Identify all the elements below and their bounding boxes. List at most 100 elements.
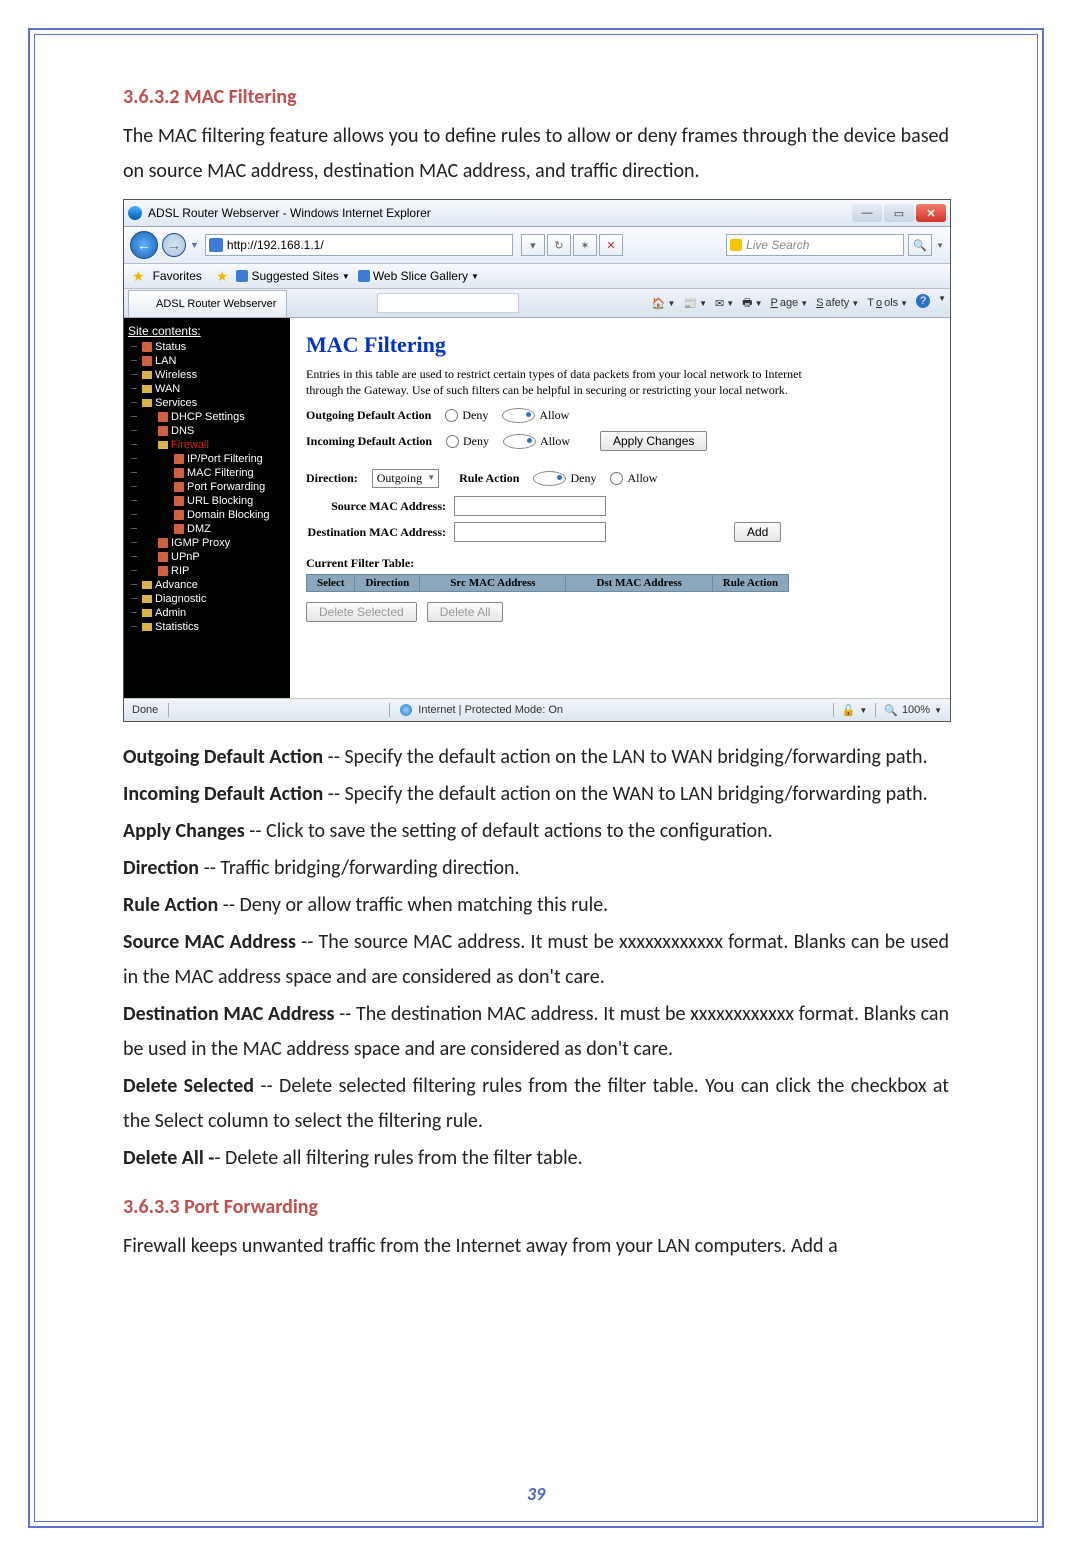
tree-item[interactable]: Status xyxy=(128,340,288,354)
definition-term: Rule Action xyxy=(123,893,218,917)
home-button[interactable]: 🏠▼ xyxy=(652,294,676,313)
tree-item[interactable]: Diagnostic xyxy=(128,592,288,606)
tree-item[interactable]: UPnP xyxy=(128,550,288,564)
status-left: Done xyxy=(132,704,158,716)
tree-item-label: Firewall xyxy=(171,439,209,451)
search-dropdown-icon[interactable]: ▼ xyxy=(936,241,944,250)
main-panel: MAC Filtering Entries in this table are … xyxy=(290,318,950,698)
page-icon xyxy=(209,238,223,252)
definition-term: Outgoing Default Action xyxy=(123,745,323,769)
apply-changes-button[interactable]: Apply Changes xyxy=(600,431,707,451)
url-dropdown-icon[interactable]: ▾ xyxy=(521,234,545,256)
tree-item[interactable]: IP/Port Filtering xyxy=(128,452,288,466)
tree-item[interactable]: DHCP Settings xyxy=(128,410,288,424)
file-icon xyxy=(158,426,168,436)
outgoing-deny-radio[interactable]: Deny xyxy=(445,408,488,423)
delete-selected-button[interactable]: Delete Selected xyxy=(306,602,417,622)
tree-item[interactable]: Port Forwarding xyxy=(128,480,288,494)
tree-item-label: MAC Filtering xyxy=(187,467,254,479)
add-button[interactable]: Add xyxy=(734,522,781,542)
outgoing-allow-radio[interactable]: Allow xyxy=(502,408,569,423)
zoom-dropdown-icon[interactable]: ▼ xyxy=(934,706,942,715)
favorites-label[interactable]: Favorites xyxy=(153,269,202,283)
tree-item[interactable]: DMZ xyxy=(128,522,288,536)
dest-mac-input[interactable] xyxy=(454,522,606,542)
incoming-allow-radio[interactable]: Allow xyxy=(503,434,570,449)
dest-mac-row: Destination MAC Address: Add xyxy=(306,522,934,542)
delete-all-button[interactable]: Delete All xyxy=(427,602,504,622)
safety-menu[interactable]: Safety▼ xyxy=(816,294,859,313)
direction-select[interactable]: Outgoing xyxy=(372,469,439,488)
tree-item-label: URL Blocking xyxy=(187,495,253,507)
tree-item[interactable]: IGMP Proxy xyxy=(128,536,288,550)
search-go-button[interactable]: 🔍 xyxy=(908,234,932,256)
tree-item[interactable]: Advance xyxy=(128,578,288,592)
folder-icon xyxy=(142,399,152,407)
compat-icon[interactable]: ✶ xyxy=(573,234,597,256)
definition-item: Destination MAC Address -- The destinati… xyxy=(123,997,949,1067)
tree-item[interactable]: LAN xyxy=(128,354,288,368)
ie-logo-icon xyxy=(139,298,151,310)
tree-item-label: Services xyxy=(155,397,197,409)
nav-forward-button[interactable]: → xyxy=(162,233,186,257)
tree-item[interactable]: Admin xyxy=(128,606,288,620)
definition-term: Delete All - xyxy=(123,1146,214,1170)
tree-item[interactable]: DNS xyxy=(128,424,288,438)
rule-deny-radio[interactable]: Deny xyxy=(533,471,596,486)
web-slice-link[interactable]: Web Slice Gallery▼ xyxy=(358,269,479,283)
tree-item[interactable]: Statistics xyxy=(128,620,288,634)
zoom-icon[interactable]: 🔍 xyxy=(884,704,898,717)
help-button[interactable]: ? xyxy=(916,294,930,308)
tree-item[interactable]: RIP xyxy=(128,564,288,578)
tree-item[interactable]: Wireless xyxy=(128,368,288,382)
tree-item[interactable]: Domain Blocking xyxy=(128,508,288,522)
tree-item-label: RIP xyxy=(171,565,189,577)
folder-icon xyxy=(142,385,152,393)
tree-item-label: DMZ xyxy=(187,523,211,535)
tree-item[interactable]: WAN xyxy=(128,382,288,396)
page-menu[interactable]: Page▼ xyxy=(770,294,808,313)
search-box[interactable]: Live Search xyxy=(726,234,904,256)
window-close-button[interactable]: ✕ xyxy=(916,204,946,222)
nav-dropdown-icon[interactable]: ▼ xyxy=(190,240,199,250)
file-icon xyxy=(158,412,168,422)
tree-item[interactable]: Firewall xyxy=(128,438,288,452)
window-maximize-button[interactable]: ▭ xyxy=(884,204,914,222)
rule-allow-radio[interactable]: Allow xyxy=(610,471,657,486)
tree-item[interactable]: MAC Filtering xyxy=(128,466,288,480)
tree-item[interactable]: Services xyxy=(128,396,288,410)
filter-table-title: Current Filter Table: xyxy=(306,556,934,571)
panel-title: MAC Filtering xyxy=(306,332,934,358)
favorites-bar: ★ Favorites ★ Suggested Sites▼ Web Slice… xyxy=(124,264,950,289)
definition-term: Destination MAC Address xyxy=(123,1002,334,1026)
protected-mode-icon: 🔓 xyxy=(842,704,856,717)
favorites-add-icon[interactable]: ★ xyxy=(216,268,229,285)
tree-item-label: IP/Port Filtering xyxy=(187,453,263,465)
zoom-level[interactable]: 100% xyxy=(902,704,930,716)
window-minimize-button[interactable]: — xyxy=(852,204,882,222)
status-zone: Internet | Protected Mode: On xyxy=(418,704,563,716)
refresh-icon[interactable]: ↻ xyxy=(547,234,571,256)
favorites-star-icon[interactable]: ★ xyxy=(132,268,145,285)
file-icon xyxy=(158,566,168,576)
tree-item[interactable]: URL Blocking xyxy=(128,494,288,508)
source-mac-input[interactable] xyxy=(454,496,606,516)
tree-item-label: IGMP Proxy xyxy=(171,537,230,549)
definition-item: Incoming Default Action -- Specify the d… xyxy=(123,777,949,812)
search-placeholder: Live Search xyxy=(746,238,809,252)
incoming-default-row: Incoming Default Action Deny Allow Apply… xyxy=(306,431,934,451)
mail-button[interactable]: ✉▼ xyxy=(715,294,734,313)
tree-item-label: Status xyxy=(155,341,186,353)
feeds-button[interactable]: 📰▼ xyxy=(683,294,707,313)
address-bar[interactable]: http://192.168.1.1/ xyxy=(205,234,513,256)
tools-menu[interactable]: Tools▼ xyxy=(867,294,908,313)
browser-tab[interactable]: ADSL Router Webserver xyxy=(128,290,287,317)
print-button[interactable]: 🖶▼ xyxy=(742,294,762,313)
stop-icon[interactable]: ✕ xyxy=(599,234,623,256)
suggested-sites-link[interactable]: Suggested Sites▼ xyxy=(236,269,349,283)
tab-bar: ADSL Router Webserver 🏠▼ 📰▼ ✉▼ 🖶▼ Page▼ … xyxy=(124,289,950,318)
incoming-deny-radio[interactable]: Deny xyxy=(446,434,489,449)
file-icon xyxy=(174,496,184,506)
ie-logo-icon xyxy=(128,206,142,220)
nav-back-button[interactable]: ← xyxy=(130,231,158,259)
